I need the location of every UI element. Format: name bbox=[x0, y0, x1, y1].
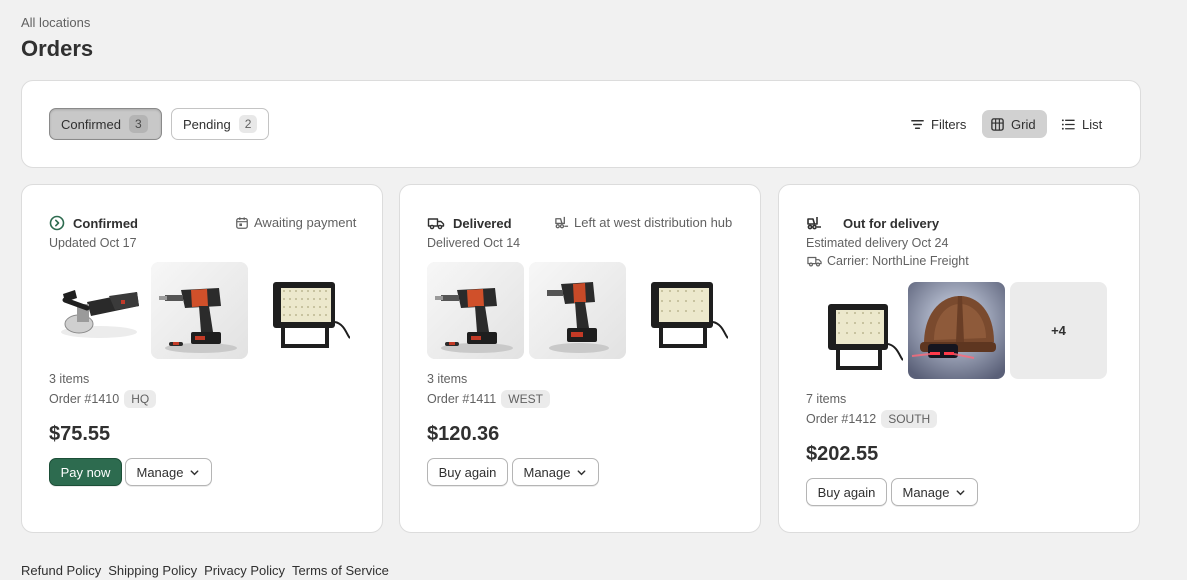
list-view-button[interactable]: List bbox=[1052, 110, 1110, 138]
product-thumbnails: +4 bbox=[806, 282, 1107, 379]
chevron-down-icon bbox=[191, 469, 199, 475]
manage-label: Manage bbox=[902, 484, 950, 500]
filters-button[interactable]: Filters bbox=[902, 110, 974, 138]
order-status: Confirmed bbox=[49, 215, 138, 231]
order-number: Order #1410 HQ bbox=[49, 390, 157, 408]
breadcrumb[interactable]: All locations bbox=[21, 15, 90, 30]
note-label: Left at west distribution hub bbox=[574, 215, 733, 230]
tab-label: Pending bbox=[183, 116, 231, 132]
refund-policy-link[interactable]: Refund Policy bbox=[21, 563, 101, 578]
order-date: Estimated delivery Oct 24 bbox=[806, 236, 949, 250]
product-image-floodlight[interactable] bbox=[631, 262, 728, 359]
status-label: Confirmed bbox=[73, 215, 138, 231]
order-date: Delivered Oct 14 bbox=[427, 236, 521, 250]
carrier-info: Carrier: NorthLine Freight bbox=[806, 254, 969, 268]
check-circle-icon bbox=[49, 215, 65, 231]
tab-label: Confirmed bbox=[61, 116, 121, 132]
item-count: 7 items bbox=[806, 392, 847, 406]
tab-pending[interactable]: Pending 2 bbox=[171, 108, 269, 140]
calendar-icon bbox=[236, 216, 248, 229]
manage-label: Manage bbox=[136, 464, 184, 480]
order-date: Updated Oct 17 bbox=[49, 236, 137, 250]
order-total: $75.55 bbox=[49, 423, 111, 445]
chevron-down-icon bbox=[957, 489, 965, 495]
delivery-note: Left at west distribution hub bbox=[554, 215, 732, 230]
privacy-policy-link[interactable]: Privacy Policy bbox=[204, 563, 285, 578]
filter-icon bbox=[911, 119, 924, 129]
buy-again-button[interactable]: Buy again bbox=[806, 478, 887, 506]
location-badge: SOUTH bbox=[881, 410, 938, 428]
grid-icon bbox=[991, 117, 1004, 131]
forklift-icon bbox=[555, 216, 569, 229]
orders-toolbar: Confirmed 3 Pending 2 Filters Grid List bbox=[21, 80, 1141, 168]
grid-label: Grid bbox=[1011, 116, 1036, 132]
order-number: Order #1412 SOUTH bbox=[806, 410, 938, 428]
terms-of-service-link[interactable]: Terms of Service bbox=[292, 563, 389, 578]
manage-button[interactable]: Manage bbox=[125, 458, 212, 486]
tab-confirmed[interactable]: Confirmed 3 bbox=[49, 108, 162, 140]
shipping-policy-link[interactable]: Shipping Policy bbox=[108, 563, 197, 578]
order-card: Delivered Left at west distribution hub … bbox=[399, 184, 761, 533]
status-label: Delivered bbox=[453, 215, 512, 231]
location-badge: WEST bbox=[501, 390, 550, 408]
carrier-label: Carrier: NorthLine Freight bbox=[827, 254, 969, 268]
payment-note: Awaiting payment bbox=[235, 215, 356, 230]
product-image-floodlight[interactable] bbox=[806, 282, 903, 379]
manage-label: Manage bbox=[523, 464, 571, 480]
order-card: Out for delivery Estimated delivery Oct … bbox=[778, 184, 1140, 533]
forklift-icon bbox=[807, 217, 821, 230]
tab-count: 3 bbox=[128, 115, 148, 133]
order-id[interactable]: Order #1410 bbox=[49, 392, 119, 406]
grid-view-button[interactable]: Grid bbox=[982, 110, 1047, 138]
product-image-angle-grinder[interactable] bbox=[49, 262, 146, 359]
more-products-tile[interactable]: +4 bbox=[1010, 282, 1107, 379]
manage-button[interactable]: Manage bbox=[891, 478, 978, 506]
product-thumbnails bbox=[427, 262, 728, 359]
footer-links: Refund Policy Shipping Policy Privacy Po… bbox=[21, 563, 389, 578]
page-title: Orders bbox=[21, 36, 94, 61]
item-count: 3 items bbox=[427, 372, 468, 386]
product-thumbnails bbox=[49, 262, 350, 359]
tab-count: 2 bbox=[238, 115, 258, 133]
buy-again-button[interactable]: Buy again bbox=[427, 458, 508, 486]
product-image-drill[interactable] bbox=[427, 262, 524, 359]
manage-button[interactable]: Manage bbox=[512, 458, 599, 486]
order-status: Out for delivery bbox=[807, 215, 940, 231]
product-image-hard-hat[interactable] bbox=[908, 282, 1005, 379]
order-status: Delivered bbox=[427, 215, 512, 231]
filters-label: Filters bbox=[931, 116, 967, 132]
order-id[interactable]: Order #1412 bbox=[806, 412, 876, 426]
order-total: $120.36 bbox=[427, 423, 500, 445]
chevron-down-icon bbox=[578, 469, 586, 475]
item-count: 3 items bbox=[49, 372, 90, 386]
truck-icon bbox=[427, 218, 445, 230]
order-id[interactable]: Order #1411 bbox=[427, 392, 496, 406]
product-image-drill[interactable] bbox=[529, 262, 626, 359]
truck-icon bbox=[807, 256, 822, 267]
location-badge: HQ bbox=[124, 390, 157, 408]
order-card: Confirmed Awaiting payment Updated Oct 1… bbox=[21, 184, 383, 533]
product-image-floodlight[interactable] bbox=[253, 262, 350, 359]
order-number: Order #1411 WEST bbox=[427, 390, 550, 408]
list-icon bbox=[1061, 118, 1075, 130]
order-total: $202.55 bbox=[806, 443, 879, 465]
product-image-drill[interactable] bbox=[151, 262, 248, 359]
status-label: Out for delivery bbox=[843, 215, 940, 231]
note-label: Awaiting payment bbox=[254, 215, 357, 230]
pay-now-button[interactable]: Pay now bbox=[49, 458, 122, 486]
list-label: List bbox=[1082, 116, 1103, 132]
